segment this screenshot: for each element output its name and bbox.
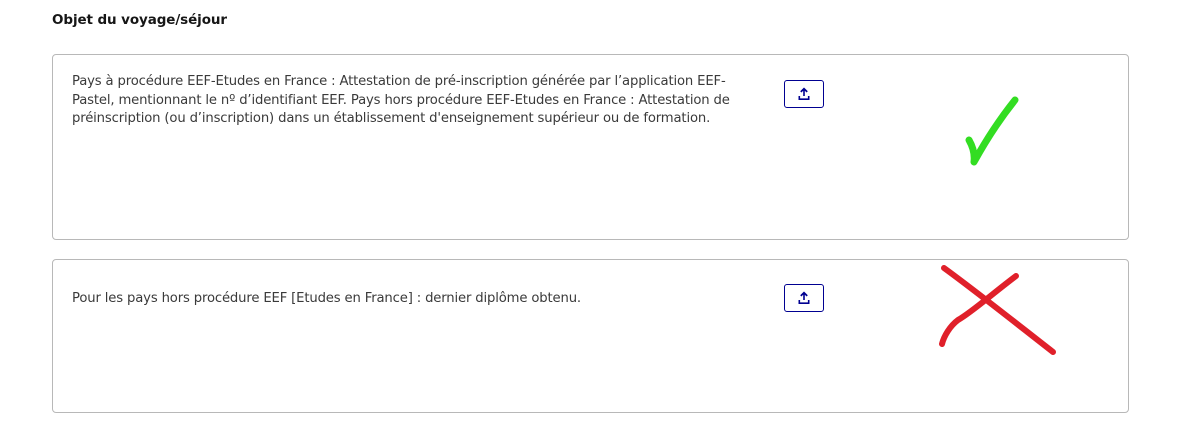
document-card-diplome: Pour les pays hors procédure EEF [Etudes… xyxy=(52,259,1129,413)
upload-icon xyxy=(798,291,810,304)
upload-icon xyxy=(798,87,810,100)
upload-button[interactable] xyxy=(784,284,824,312)
section-title: Objet du voyage/séjour xyxy=(52,12,227,28)
upload-button[interactable] xyxy=(784,80,824,108)
document-description: Pour les pays hors procédure EEF [Etudes… xyxy=(72,291,581,306)
document-description: Pays à procédure EEF-Etudes en France : … xyxy=(72,74,730,126)
document-card-attestation: Pays à procédure EEF-Etudes en France : … xyxy=(52,54,1129,240)
